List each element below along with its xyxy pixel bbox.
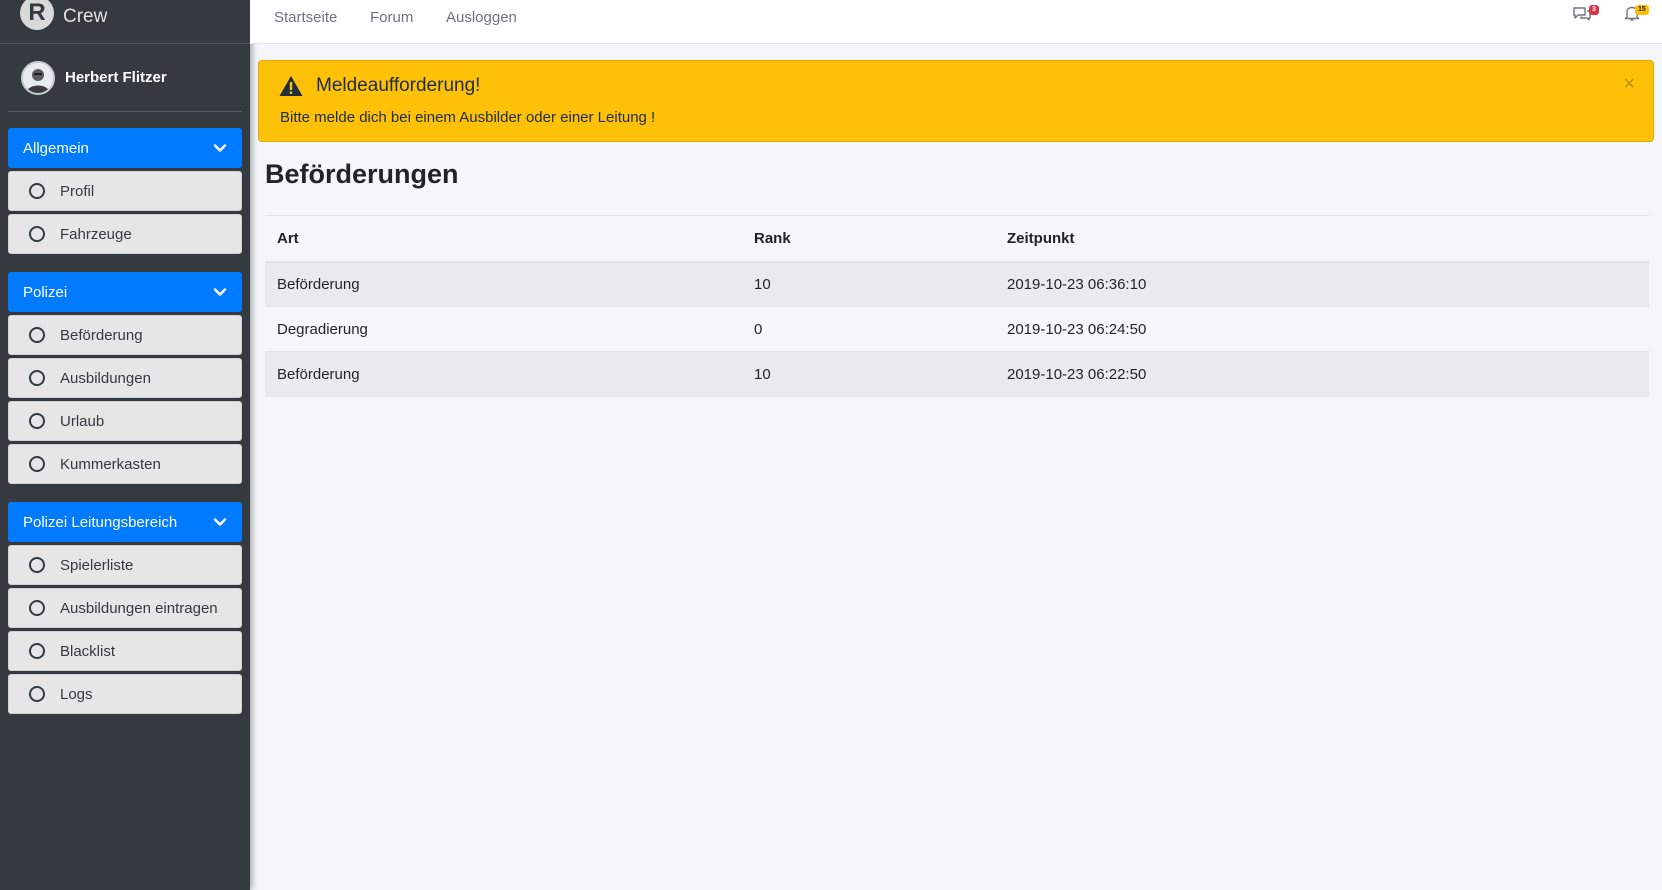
column-header-art: Art <box>265 215 742 263</box>
brand-logo-icon: R <box>20 0 54 30</box>
column-header-zeitpunkt: Zeitpunkt <box>995 215 1649 263</box>
messages-button[interactable]: 3 <box>1572 0 1608 30</box>
promotions-table: Art Rank Zeitpunkt Beförderung 10 2019-1… <box>265 215 1649 397</box>
menu-group-allgemein: Allgemein Profil Fahrzeuge <box>8 128 242 254</box>
cell-art: Degradierung <box>265 306 742 352</box>
sidebar-item-label: Beförderung <box>60 326 143 344</box>
sidebar-item-ausbildungen[interactable]: Ausbildungen <box>8 358 242 398</box>
brand-link[interactable]: R Crew <box>0 0 250 44</box>
sidebar-item-blacklist[interactable]: Blacklist <box>8 631 242 671</box>
group-header-allgemein[interactable]: Allgemein <box>8 128 242 168</box>
close-icon[interactable]: × <box>1623 74 1635 94</box>
circle-icon <box>29 557 45 573</box>
chevron-down-icon <box>213 518 227 526</box>
sidebar-item-ausbildungen-eintragen[interactable]: Ausbildungen eintragen <box>8 588 242 628</box>
sidebar-item-profil[interactable]: Profil <box>8 171 242 211</box>
sidebar-item-logs[interactable]: Logs <box>8 674 242 714</box>
brand-name: Crew <box>63 6 108 27</box>
sidebar-item-befoerderung[interactable]: Beförderung <box>8 315 242 355</box>
sidebar-item-label: Urlaub <box>60 412 105 430</box>
sidebar-item-kummerkasten[interactable]: Kummerkasten <box>8 444 242 484</box>
table-row: Beförderung 10 2019-10-23 06:36:10 <box>265 261 1649 307</box>
sidebar-item-spielerliste[interactable]: Spielerliste <box>8 545 242 585</box>
alert-title: Meldeaufforderung! <box>316 75 481 96</box>
chevron-down-icon <box>213 144 227 152</box>
nav-link-ausloggen[interactable]: Ausloggen <box>446 9 517 26</box>
sidebar-item-label: Fahrzeuge <box>60 225 132 243</box>
sidebar-item-label: Ausbildungen <box>60 369 151 387</box>
sidebar-item-label: Profil <box>60 182 95 200</box>
group-label: Polizei <box>23 283 68 301</box>
user-name: Herbert Flitzer <box>65 69 167 86</box>
cell-art: Beförderung <box>265 261 742 307</box>
group-label: Allgemein <box>23 139 89 157</box>
circle-icon <box>29 600 45 616</box>
sidebar-menu: Allgemein Profil Fahrzeuge Polizei Beför… <box>0 112 250 714</box>
circle-icon <box>29 370 45 386</box>
top-navbar: Startseite Forum Ausloggen 3 15 <box>250 0 1662 44</box>
sidebar-item-label: Ausbildungen eintragen <box>60 599 218 617</box>
nav-link-startseite[interactable]: Startseite <box>274 9 337 26</box>
circle-icon <box>29 183 45 199</box>
group-header-polizei-leitungsbereich[interactable]: Polizei Leitungsbereich <box>8 502 242 542</box>
group-label: Polizei Leitungsbereich <box>23 513 178 531</box>
circle-icon <box>29 327 45 343</box>
warning-alert: Meldeaufforderung! Bitte melde dich bei … <box>258 60 1654 142</box>
circle-icon <box>29 226 45 242</box>
table-header-row: Art Rank Zeitpunkt <box>265 215 1649 263</box>
cell-zeitpunkt: 2019-10-23 06:36:10 <box>995 261 1649 307</box>
alert-text: Bitte melde dich bei einem Ausbilder ode… <box>280 109 656 126</box>
sidebar-item-fahrzeuge[interactable]: Fahrzeuge <box>8 214 242 254</box>
table-row: Degradierung 0 2019-10-23 06:24:50 <box>265 306 1649 352</box>
circle-icon <box>29 413 45 429</box>
user-avatar-icon <box>26 68 50 93</box>
nav-link-forum[interactable]: Forum <box>370 9 413 26</box>
messages-badge: 3 <box>1589 5 1599 15</box>
sidebar-item-label: Blacklist <box>60 642 116 660</box>
warning-triangle-icon <box>279 76 303 96</box>
cell-zeitpunkt: 2019-10-23 06:22:50 <box>995 351 1649 397</box>
cell-art: Beförderung <box>265 351 742 397</box>
group-header-polizei[interactable]: Polizei <box>8 272 242 312</box>
circle-icon <box>29 643 45 659</box>
user-panel[interactable]: Herbert Flitzer <box>8 44 242 112</box>
cell-zeitpunkt: 2019-10-23 06:24:50 <box>995 306 1649 352</box>
sidebar-item-urlaub[interactable]: Urlaub <box>8 401 242 441</box>
menu-group-polizei: Polizei Beförderung Ausbildungen Urlaub … <box>8 272 242 484</box>
sidebar-item-label: Logs <box>60 685 93 703</box>
cell-rank: 10 <box>742 351 995 397</box>
column-header-rank: Rank <box>742 215 995 263</box>
cell-rank: 10 <box>742 261 995 307</box>
table-row: Beförderung 10 2019-10-23 06:22:50 <box>265 351 1649 397</box>
circle-icon <box>29 456 45 472</box>
menu-group-polizei-leitungsbereich: Polizei Leitungsbereich Spielerliste Aus… <box>8 502 242 714</box>
page-title: Beförderungen <box>265 159 459 189</box>
sidebar: R Crew Herbert Flitzer Allgemein Profil <box>0 0 250 890</box>
circle-icon <box>29 686 45 702</box>
avatar <box>21 60 55 95</box>
sidebar-item-label: Spielerliste <box>60 556 134 574</box>
cell-rank: 0 <box>742 306 995 352</box>
chevron-down-icon <box>213 288 227 296</box>
notifications-badge: 15 <box>1635 5 1649 15</box>
sidebar-item-label: Kummerkasten <box>60 455 161 473</box>
notifications-button[interactable]: 15 <box>1622 0 1658 30</box>
